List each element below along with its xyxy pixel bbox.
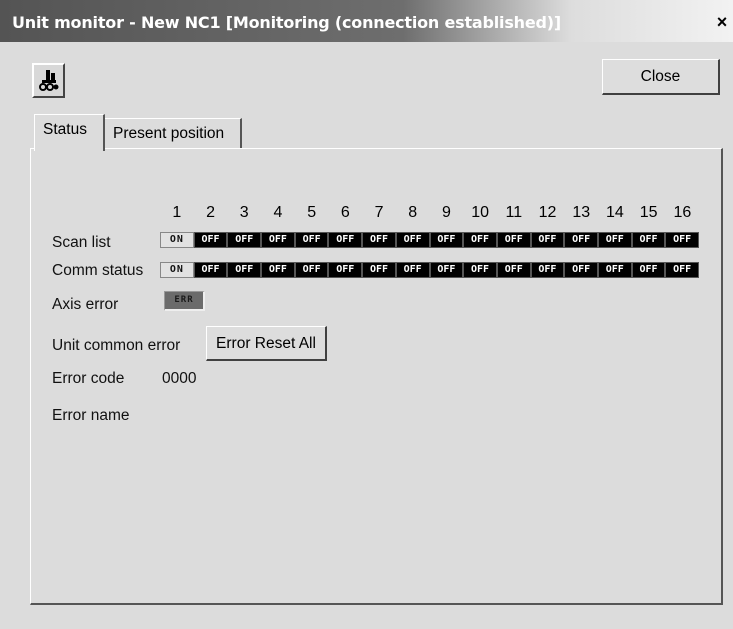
tab-present-position[interactable]: Present position [104, 118, 242, 150]
column-number: 4 [273, 204, 283, 221]
close-button[interactable]: Close [602, 59, 720, 95]
comm-status-cell: OFF [395, 262, 430, 278]
column-number: 15 [639, 204, 658, 221]
column-number: 16 [673, 204, 692, 221]
comm-status-cell: OFF [665, 262, 699, 278]
unit-common-error-label: Unit common error [52, 337, 181, 354]
scan-list-label: Scan list [52, 234, 111, 251]
comm-status-cell: OFF [631, 262, 666, 278]
comm-status-cell: OFF [362, 262, 396, 278]
comm-status-cell: OFF [227, 262, 262, 278]
comm-status-label: Comm status [52, 262, 144, 279]
column-number: 13 [572, 204, 591, 221]
comm-status-cell: OFF [294, 262, 329, 278]
scan-list-cell: OFF [631, 232, 666, 248]
column-number: 5 [307, 204, 317, 221]
scan-list-cell: OFF [395, 232, 430, 248]
column-number: 2 [206, 204, 215, 221]
column-number: 7 [374, 204, 384, 221]
error-name-label: Error name [52, 407, 130, 424]
scan-list-cell: ON [160, 232, 194, 248]
unit-monitor-icon[interactable] [32, 63, 65, 98]
scan-list-cell: OFF [294, 232, 329, 248]
comm-status-cell: OFF [463, 262, 497, 278]
error-code-value: 0000 [162, 370, 197, 387]
scan-list-cell: OFF [597, 232, 632, 248]
column-number: 10 [471, 204, 490, 221]
scan-list-cell: OFF [429, 232, 464, 248]
error-code-label: Error code [52, 370, 125, 387]
comm-status-cell: OFF [530, 262, 565, 278]
error-reset-all-button[interactable]: Error Reset All [206, 326, 327, 361]
comm-status-cell: OFF [328, 262, 363, 278]
window-title: Unit monitor - New NC1 [Monitoring (conn… [12, 13, 561, 32]
column-number: 8 [408, 204, 418, 221]
scan-list-cell: OFF [496, 232, 531, 248]
comm-status-cell: OFF [261, 262, 295, 278]
comm-status-cell: OFF [597, 262, 632, 278]
scan-list-cell: OFF [362, 232, 396, 248]
axis-error-label: Axis error [52, 296, 119, 313]
scan-list-cell: OFF [530, 232, 565, 248]
comm-status-cell: OFF [429, 262, 464, 278]
close-icon[interactable]: × [713, 12, 731, 32]
column-number: 14 [606, 204, 624, 221]
scan-list-cell: OFF [463, 232, 497, 248]
scan-list-cell: OFF [261, 232, 295, 248]
column-number: 9 [441, 204, 451, 221]
column-number: 3 [239, 204, 249, 221]
column-number: 12 [538, 204, 557, 221]
title-bar: Unit monitor - New NC1 [Monitoring (conn… [0, 0, 733, 42]
comm-status-cell: OFF [564, 262, 598, 278]
scan-list-cell: OFF [328, 232, 363, 248]
axis-error-indicator: ERR [164, 291, 205, 311]
column-number: 11 [505, 204, 523, 221]
comm-status-cell: ON [160, 262, 194, 278]
scan-list-cell: OFF [665, 232, 699, 248]
tab-status[interactable]: Status [34, 114, 105, 151]
scan-list-cell: OFF [564, 232, 598, 248]
comm-status-cell: OFF [193, 262, 228, 278]
scan-list-cell: OFF [227, 232, 262, 248]
unit-monitor-window: Unit monitor - New NC1 [Monitoring (conn… [0, 0, 733, 629]
scan-list-cell: OFF [193, 232, 228, 248]
scan-list-row: ON OFF OFF OFF OFF OFF OFF OFF OFF OFF OFF OFF OFF OF… [160, 232, 699, 248]
comm-status-cell: OFF [496, 262, 531, 278]
column-number: 1 [172, 204, 182, 221]
column-number: 6 [340, 204, 350, 221]
comm-status-row: ON OFF OFF OFF OFF OFF OFF OFF OFF OFF OFF OFF OFF OF… [160, 262, 699, 278]
